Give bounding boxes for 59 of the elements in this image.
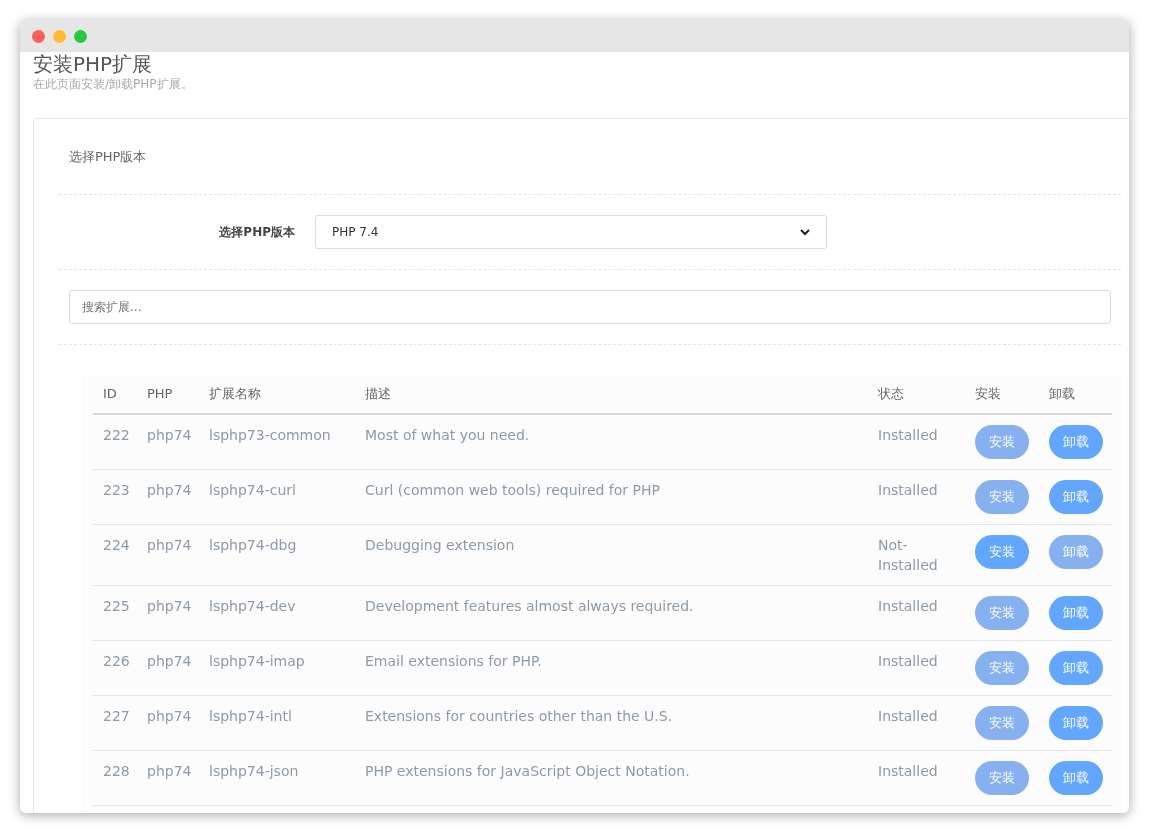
column-header: 安装 — [974, 385, 1002, 404]
column-header: 扩展名称 — [208, 385, 262, 404]
column-header: 描述 — [364, 385, 392, 404]
table-cell-text: lsphp74-dev — [208, 597, 297, 616]
table-cell-text: php74 — [146, 536, 193, 555]
table-cell-text: lsphp74-dbg — [208, 536, 298, 555]
table-cell-text: Installed — [877, 597, 939, 616]
search-field[interactable]: 搜索扩展... — [69, 290, 1111, 324]
table-cell-text: PHP extensions for JavaScript Object Notation. — [364, 762, 691, 781]
table-cell-text: Installed — [877, 426, 939, 445]
minimize-icon[interactable] — [53, 29, 66, 43]
table-cell-text: 226 — [102, 652, 131, 671]
table-cell-text: Debugging extension — [364, 536, 516, 555]
table-cell-text: 223 — [102, 481, 131, 500]
table-cell-text: 228 — [102, 762, 131, 781]
table-cell-text: lsphp74-curl — [208, 481, 297, 500]
table-cell-text: php74 — [146, 597, 193, 616]
action-button[interactable]: 卸载 — [1049, 761, 1103, 795]
column-header: 状态 — [877, 385, 905, 404]
table-cell-text: php74 — [146, 707, 193, 726]
action-button[interactable]: 卸载 — [1049, 480, 1103, 514]
action-button[interactable]: 卸载 — [1049, 651, 1103, 685]
table-cell-text: Extensions for countries other than the U.S. — [364, 707, 674, 726]
table-cell-text: Curl (common web tools) required for PHP — [364, 481, 661, 500]
table-cell-text: Installed — [877, 762, 939, 781]
table-cell-text: Installed — [877, 652, 939, 671]
table-cell-text: lsphp74-imap — [208, 652, 306, 671]
table-cell-text: Development features almost always required. — [364, 597, 695, 616]
version-label: 选择PHP版本 — [218, 224, 296, 241]
close-icon[interactable] — [32, 29, 45, 43]
table-cell-text: 224 — [102, 536, 131, 555]
column-header: 卸载 — [1048, 385, 1076, 404]
column-header: ID — [102, 385, 118, 404]
table-cell-text: Not-Installed — [877, 536, 939, 575]
page-subtitle: 在此页面安装/卸载PHP扩展。 — [33, 76, 194, 92]
table-cell-text: Installed — [877, 481, 939, 500]
table-cell-text: php74 — [146, 762, 193, 781]
action-button[interactable]: 卸载 — [1049, 425, 1103, 459]
table-cell-text: php74 — [146, 426, 193, 445]
version-select[interactable]: PHP 7.4 — [315, 215, 827, 249]
maximize-icon[interactable] — [74, 29, 87, 43]
action-button[interactable]: 安装 — [975, 535, 1029, 569]
table-cell-text: 227 — [102, 707, 131, 726]
table-cell-text: php74 — [146, 652, 193, 671]
table-cell-text: lsphp74-intl — [208, 707, 293, 726]
table-cell-text: 222 — [102, 426, 131, 445]
table-cell-text: Installed — [877, 707, 939, 726]
table-cell-text: php74 — [146, 481, 193, 500]
table-cell-text: 225 — [102, 597, 131, 616]
table-cell-text: Most of what you need. — [364, 426, 531, 445]
action-button[interactable]: 卸载 — [1049, 596, 1103, 630]
table-cell-text: lsphp73-common — [208, 426, 332, 445]
table-cell-text: Email extensions for PHP. — [364, 652, 543, 671]
card-title: 选择PHP版本 — [59, 119, 1121, 195]
page-title: 安装PHP扩展 — [33, 52, 153, 76]
table-cell-text: lsphp74-json — [208, 762, 300, 781]
action-button[interactable]: 卸载 — [1049, 706, 1103, 740]
column-header: PHP — [146, 385, 174, 404]
chevron-down-icon — [800, 228, 810, 236]
